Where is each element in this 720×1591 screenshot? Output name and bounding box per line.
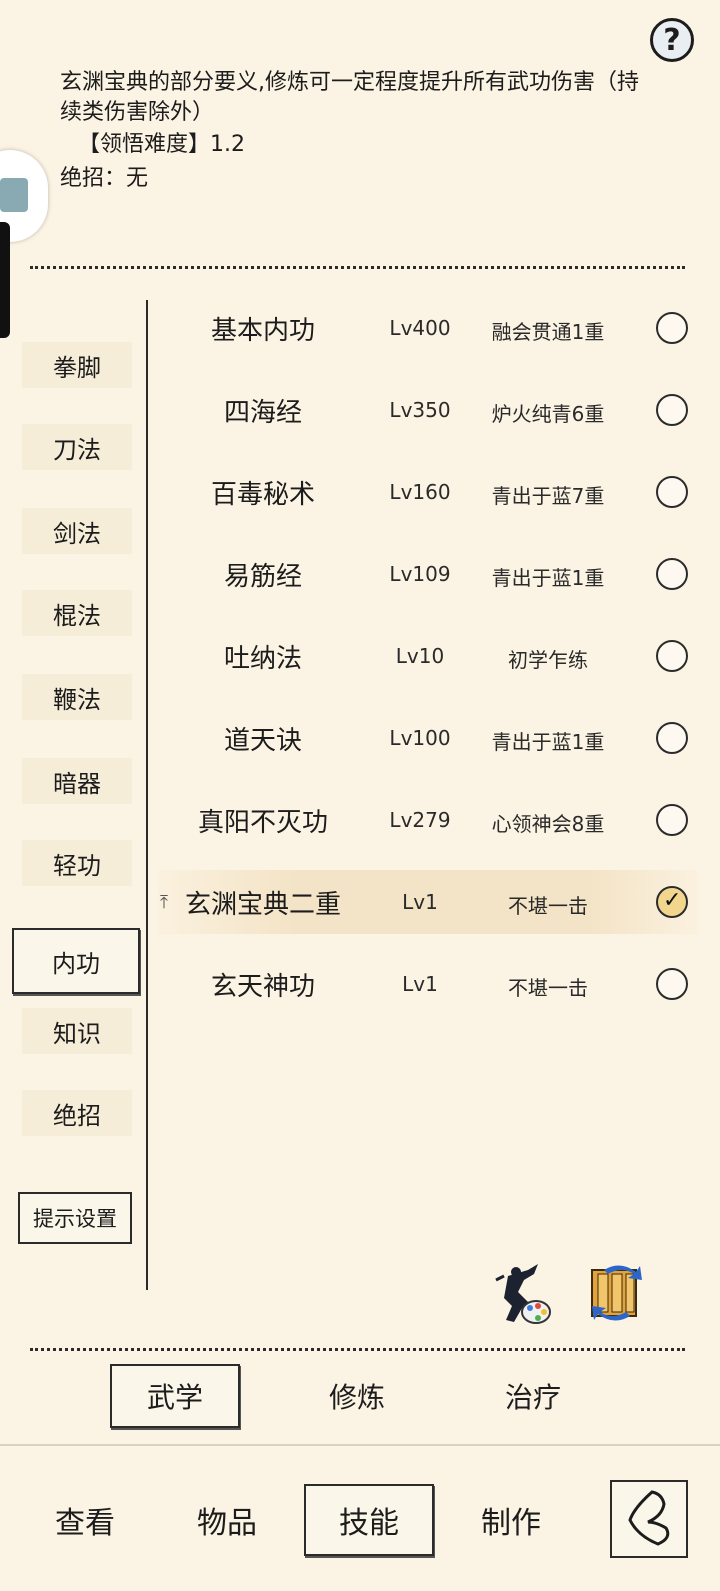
help-icon: ? xyxy=(663,22,681,58)
skill-rank: 不堪一击 xyxy=(508,894,588,918)
skill-level: Lv350 xyxy=(389,398,451,422)
skill-level: Lv10 xyxy=(395,644,445,668)
hint-settings-button[interactable]: 提示设置 xyxy=(18,1192,132,1244)
category-anqi[interactable]: 暗器 xyxy=(22,758,132,804)
back-arrow-icon xyxy=(628,1490,670,1546)
skill-radio[interactable] xyxy=(656,968,688,1000)
edge-handle[interactable] xyxy=(0,222,10,338)
skill-level: Lv1 xyxy=(402,890,438,914)
divider xyxy=(146,300,148,1290)
skill-level: Lv109 xyxy=(389,562,451,586)
skill-level: Lv1 xyxy=(402,972,438,996)
skill-level: Lv279 xyxy=(389,808,451,832)
help-button[interactable]: ? xyxy=(650,18,694,62)
skill-radio[interactable] xyxy=(656,394,688,426)
category-quanjiao[interactable]: 拳脚 xyxy=(22,342,132,388)
nav-items[interactable]: 物品 xyxy=(162,1484,292,1556)
divider xyxy=(30,266,685,269)
category-juezhao[interactable]: 绝招 xyxy=(22,1090,132,1136)
skill-radio[interactable] xyxy=(656,722,688,754)
skill-name: 四海经 xyxy=(223,398,302,428)
skill-level: Lv400 xyxy=(389,316,451,340)
skill-row[interactable]: 易筋经 Lv109 青出于蓝1重 xyxy=(158,542,698,606)
skill-row[interactable]: 吐纳法 Lv10 初学乍练 xyxy=(158,624,698,688)
skill-rank: 不堪一击 xyxy=(508,976,588,1000)
category-zhishi[interactable]: 知识 xyxy=(22,1008,132,1054)
skill-row[interactable]: 四海经 Lv350 炉火纯青6重 xyxy=(158,378,698,442)
scroll-swap-icon[interactable] xyxy=(586,1262,648,1324)
skill-row[interactable]: 真阳不灭功 Lv279 心领神会8重 xyxy=(158,788,698,852)
skill-rank: 炉火纯青6重 xyxy=(491,402,605,426)
back-button[interactable] xyxy=(610,1480,688,1558)
skill-rank: 融会贯通1重 xyxy=(491,320,605,344)
skill-row[interactable]: 玄天神功 Lv1 不堪一击 xyxy=(158,952,698,1016)
nav-craft[interactable]: 制作 xyxy=(446,1484,576,1556)
ultimate-text: 绝招：无 xyxy=(60,166,149,191)
skill-name: 百毒秘术 xyxy=(210,480,315,510)
category-qinggong[interactable]: 轻功 xyxy=(22,840,132,886)
skill-row[interactable]: 道天诀 Lv100 青出于蓝1重 xyxy=(158,706,698,770)
skill-radio-checked[interactable]: ✓ xyxy=(656,886,688,918)
skill-radio[interactable] xyxy=(656,558,688,590)
skill-row-selected[interactable]: ⤒ 玄渊宝典二重 Lv1 不堪一击 ✓ xyxy=(158,870,698,934)
category-gunfa[interactable]: 棍法 xyxy=(22,590,132,636)
skill-name: 真阳不灭功 xyxy=(197,808,328,838)
skill-row[interactable]: 百毒秘术 Lv160 青出于蓝7重 xyxy=(158,460,698,524)
skill-radio[interactable] xyxy=(656,804,688,836)
skill-description: 玄渊宝典的部分要义,修炼可一定程度提升所有武功伤害（持续类伤害除外） xyxy=(60,70,639,125)
category-bianfa[interactable]: 鞭法 xyxy=(22,674,132,720)
skill-row[interactable]: 基本内功 Lv400 融会贯通1重 xyxy=(158,296,698,360)
tab-zhiliao[interactable]: 治疗 xyxy=(468,1364,598,1428)
category-jianfa[interactable]: 剑法 xyxy=(22,508,132,554)
skill-rank: 心领神会8重 xyxy=(491,812,605,836)
tab-wuxue[interactable]: 武学 xyxy=(110,1364,240,1428)
divider xyxy=(0,1444,720,1454)
skill-level: Lv160 xyxy=(389,480,451,504)
skill-name: 玄天神功 xyxy=(210,972,315,1002)
divider xyxy=(30,1348,685,1351)
skill-radio[interactable] xyxy=(656,312,688,344)
skill-radio[interactable] xyxy=(656,640,688,672)
skill-rank: 青出于蓝1重 xyxy=(491,566,605,590)
skill-radio[interactable] xyxy=(656,476,688,508)
martial-artist-palette-icon[interactable] xyxy=(494,1262,554,1330)
skill-rank: 青出于蓝7重 xyxy=(491,484,605,508)
tab-xiulian[interactable]: 修炼 xyxy=(292,1364,422,1428)
difficulty-text: 【领悟难度】1.2 xyxy=(78,132,245,157)
skill-name: 易筋经 xyxy=(223,562,302,592)
skill-name: 吐纳法 xyxy=(223,644,302,674)
nav-skills[interactable]: 技能 xyxy=(304,1484,434,1556)
checkmark-icon: ✓ xyxy=(663,888,682,913)
skill-name: 玄渊宝典二重 xyxy=(184,890,341,920)
skill-level: Lv100 xyxy=(389,726,451,750)
skill-rank: 青出于蓝1重 xyxy=(491,730,605,754)
nav-view[interactable]: 查看 xyxy=(20,1484,150,1556)
skill-name: 道天诀 xyxy=(223,726,302,756)
category-daofa[interactable]: 刀法 xyxy=(22,424,132,470)
skill-rank: 初学乍练 xyxy=(508,648,588,672)
skill-name: 基本内功 xyxy=(210,316,315,346)
category-neigong[interactable]: 内功 xyxy=(12,928,140,994)
